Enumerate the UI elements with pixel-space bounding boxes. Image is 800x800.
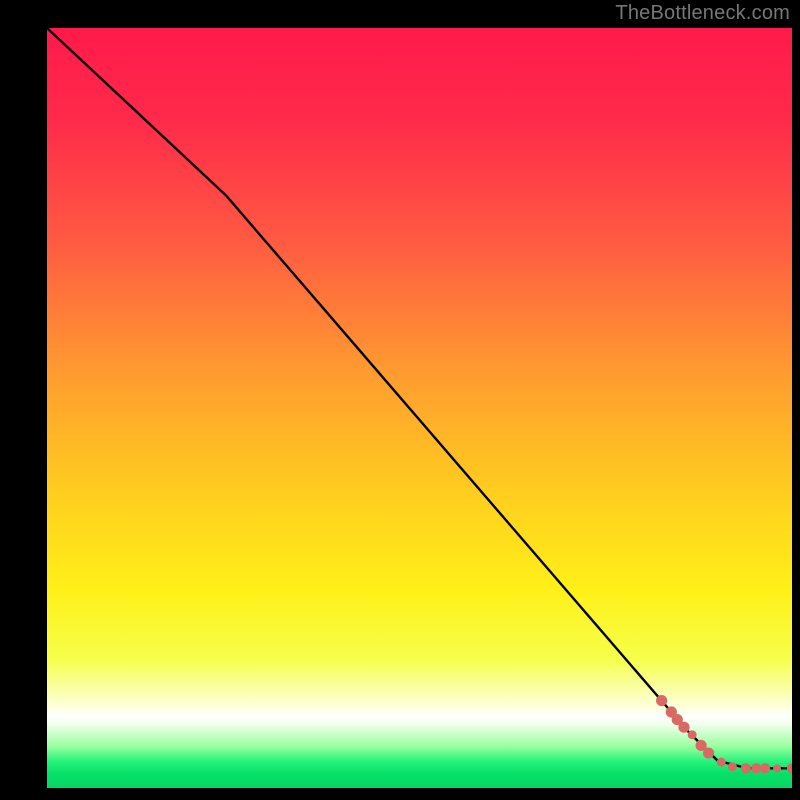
marker-dot: [656, 695, 667, 706]
marker-dot: [741, 763, 751, 773]
marker-dot: [751, 763, 761, 773]
chart-stage: TheBottleneck.com: [0, 0, 800, 800]
marker-dot: [773, 764, 781, 772]
marker-dot: [678, 722, 689, 733]
marker-dot: [760, 763, 770, 773]
marker-dot: [688, 730, 697, 739]
attribution-text: TheBottleneck.com: [615, 2, 790, 25]
marker-dot: [728, 762, 737, 771]
marker-dot: [787, 763, 792, 773]
marker-dot: [703, 747, 714, 758]
main-curve: [47, 28, 792, 768]
chart-overlay: [47, 28, 792, 788]
plot-area: [47, 28, 792, 788]
marker-group: [656, 695, 792, 773]
marker-dot: [717, 758, 726, 767]
